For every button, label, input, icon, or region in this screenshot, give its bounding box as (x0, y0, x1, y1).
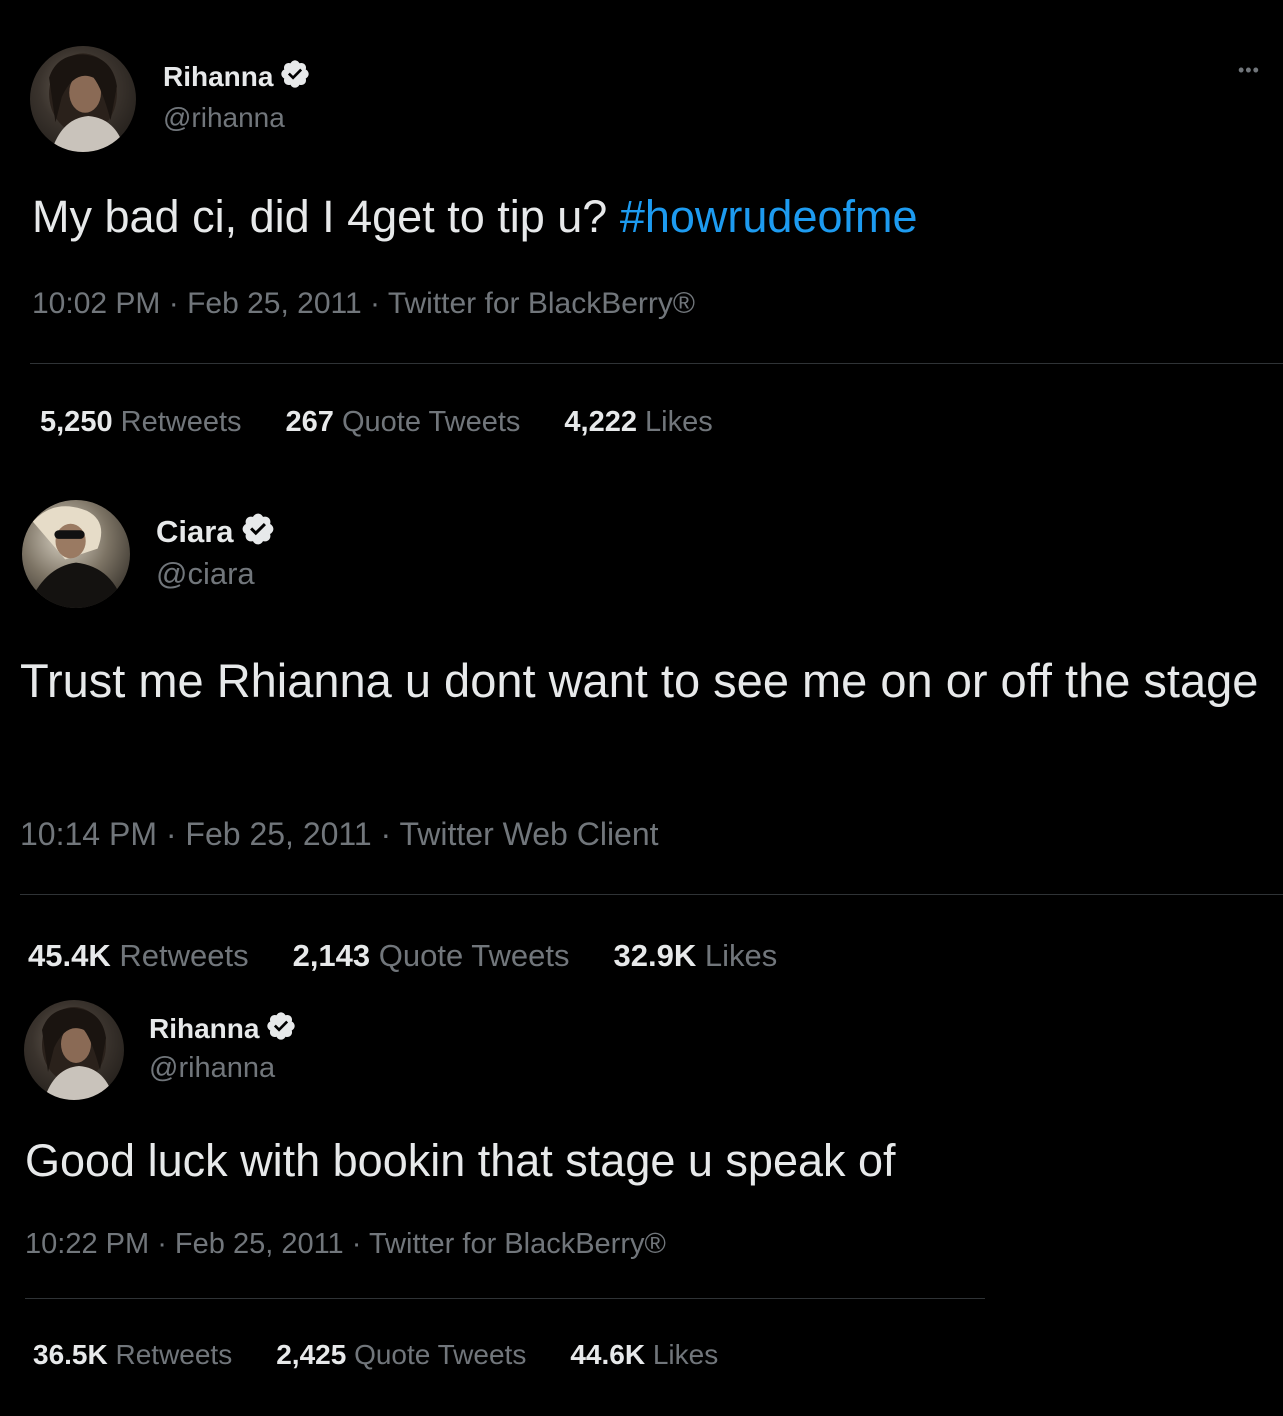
quote-tweets-stat[interactable]: 267 Quote Tweets (286, 406, 521, 439)
retweets-count: 5,250 (40, 406, 113, 438)
avatar-photo-icon (27, 506, 125, 608)
author-name[interactable]: Ciara (156, 514, 234, 550)
tweet-time[interactable]: 10:14 PM (20, 816, 157, 852)
tweet-meta: 10:14 PM · Feb 25, 2011 · Twitter Web Cl… (20, 816, 659, 853)
engagement-stats: 45.4K Retweets 2,143 Quote Tweets 32.9K … (28, 938, 821, 974)
avatar[interactable] (30, 46, 136, 152)
likes-label: Likes (696, 938, 778, 973)
retweets-stat[interactable]: 45.4K Retweets (28, 938, 249, 974)
divider (20, 894, 1283, 895)
likes-stat[interactable]: 32.9K Likes (613, 938, 777, 974)
engagement-stats: 36.5K Retweets 2,425 Quote Tweets 44.6K … (33, 1339, 762, 1371)
tweet-text: Good luck with bookin that stage u speak… (25, 1135, 896, 1186)
tweet-time[interactable]: 10:02 PM (32, 287, 160, 320)
likes-label: Likes (636, 406, 713, 438)
author-name[interactable]: Rihanna (163, 61, 273, 93)
quote-tweets-label: Quote Tweets (346, 1339, 527, 1370)
verified-badge-icon (240, 511, 276, 552)
verified-badge-icon (265, 1010, 297, 1047)
author-handle[interactable]: @rihanna (163, 102, 285, 134)
engagement-stats: 5,250 Retweets 267 Quote Tweets 4,222 Li… (40, 406, 757, 439)
author-row: Rihanna (163, 58, 311, 95)
hashtag-link[interactable]: #howrudeofme (620, 191, 918, 242)
meta-separator: · (361, 287, 388, 320)
avatar[interactable] (22, 500, 130, 608)
author-row: Rihanna (149, 1010, 297, 1047)
likes-label: Likes (645, 1339, 719, 1370)
author-handle[interactable]: @rihanna (149, 1052, 275, 1085)
tweet-ciara: Ciara @ciara Trust me Rhianna u dont wan… (0, 470, 1283, 990)
quote-tweets-label: Quote Tweets (333, 406, 521, 438)
meta-separator: · (156, 816, 186, 852)
tweet-text-body: My bad ci, did I 4get to tip u? (32, 191, 620, 242)
avatar[interactable] (24, 1000, 124, 1100)
retweets-label: Retweets (110, 938, 249, 973)
tweet-rihanna-1: Rihanna @rihanna ••• My bad ci, did I 4g… (0, 0, 1283, 470)
tweet-text: My bad ci, did I 4get to tip u? #howrude… (32, 188, 918, 247)
retweets-label: Retweets (107, 1339, 233, 1370)
quote-tweets-stat[interactable]: 2,425 Quote Tweets (276, 1339, 526, 1371)
tweet-text: Trust me Rhianna u dont want to see me o… (20, 654, 1259, 707)
retweets-stat[interactable]: 5,250 Retweets (40, 406, 242, 439)
quote-tweets-count: 267 (285, 406, 334, 438)
quote-tweets-stat[interactable]: 2,143 Quote Tweets (293, 938, 570, 974)
tweet-meta: 10:22 PM · Feb 25, 2011 · Twitter for Bl… (25, 1228, 666, 1261)
avatar-photo-icon (49, 53, 126, 152)
meta-separator: · (160, 287, 188, 320)
likes-count: 32.9K (613, 938, 697, 973)
meta-separator: · (149, 1228, 175, 1260)
quote-tweets-label: Quote Tweets (370, 938, 570, 973)
verified-badge-icon (279, 58, 311, 95)
author-row: Ciara (156, 511, 276, 552)
likes-count: 44.6K (570, 1339, 646, 1370)
author-handle[interactable]: @ciara (156, 556, 255, 592)
retweets-count: 45.4K (28, 938, 111, 973)
retweets-count: 36.5K (33, 1339, 108, 1370)
tweet-time[interactable]: 10:22 PM (25, 1228, 149, 1260)
more-options-icon[interactable]: ••• (1238, 60, 1260, 81)
retweets-label: Retweets (112, 406, 242, 438)
divider (25, 1298, 985, 1299)
tweet-source[interactable]: Twitter Web Client (399, 816, 658, 852)
tweet-rihanna-2: Rihanna @rihanna Good luck with bookin t… (0, 990, 1283, 1416)
avatar-photo-icon (42, 1007, 114, 1100)
tweet-meta: 10:02 PM · Feb 25, 2011 · Twitter for Bl… (32, 287, 695, 321)
meta-separator: · (343, 1228, 369, 1260)
quote-tweets-count: 2,425 (276, 1339, 347, 1370)
tweet-source[interactable]: Twitter for BlackBerry® (388, 287, 695, 320)
quote-tweets-count: 2,143 (292, 938, 371, 973)
retweets-stat[interactable]: 36.5K Retweets (33, 1339, 232, 1371)
likes-stat[interactable]: 44.6K Likes (570, 1339, 718, 1371)
likes-count: 4,222 (564, 406, 637, 438)
tweet-source[interactable]: Twitter for BlackBerry® (369, 1228, 666, 1260)
tweet-date[interactable]: Feb 25, 2011 (185, 816, 371, 852)
meta-separator: · (371, 816, 400, 852)
tweet-date[interactable]: Feb 25, 2011 (175, 1228, 344, 1260)
author-name[interactable]: Rihanna (149, 1013, 259, 1045)
divider (30, 363, 1283, 364)
tweet-date[interactable]: Feb 25, 2011 (187, 287, 362, 320)
likes-stat[interactable]: 4,222 Likes (564, 406, 712, 439)
